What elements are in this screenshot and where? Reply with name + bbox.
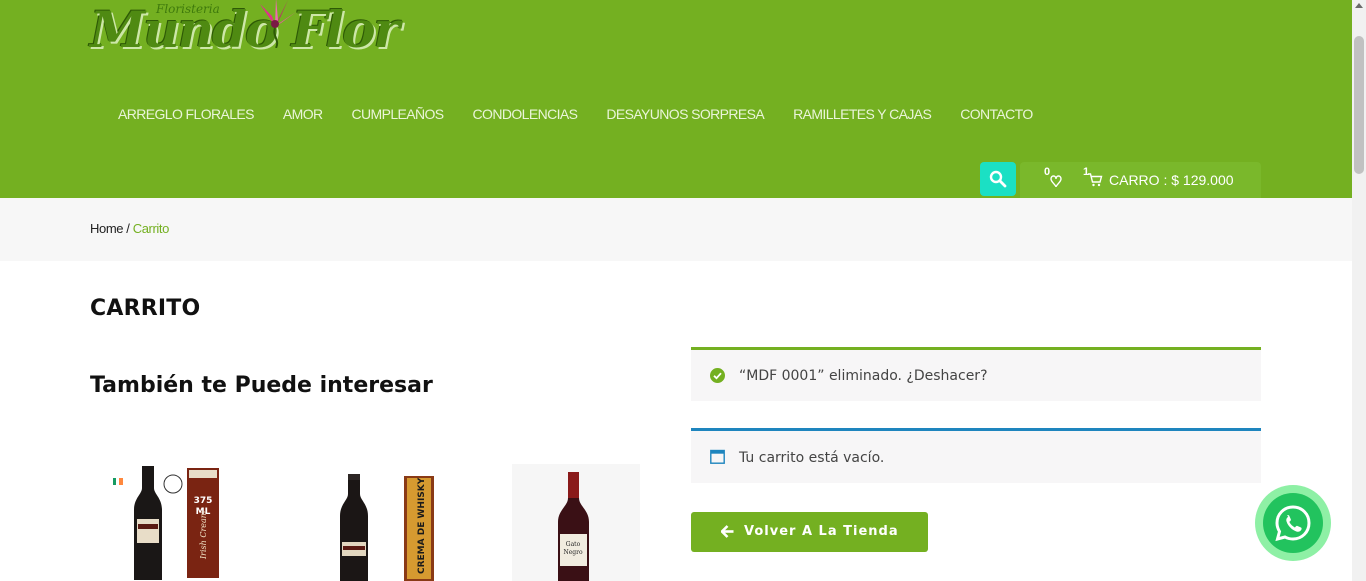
flower-icon — [254, 0, 296, 48]
search-icon — [989, 170, 1007, 188]
header-cart-bar: 0 1 CARRO : $ 129.000 — [1020, 162, 1261, 198]
logo-small-text: Floristeria — [156, 2, 220, 16]
site-header: Mundo Flor Floristeria ARREGLO FLORALES … — [0, 0, 1352, 198]
nav-item-arreglo-florales[interactable]: ARREGLO FLORALES — [118, 106, 254, 122]
svg-text:CREMA DE WHISKY: CREMA DE WHISKY — [417, 477, 427, 574]
product-card-gato-negro[interactable]: Gato Negro — [512, 464, 640, 581]
nav-item-ramilletes-y-cajas[interactable]: RAMILLETES Y CAJAS — [793, 106, 932, 122]
whatsapp-button[interactable] — [1255, 485, 1331, 561]
page: Mundo Flor Floristeria ARREGLO FLORALES … — [0, 0, 1366, 581]
scroll-up-arrow-icon[interactable] — [1355, 3, 1363, 8]
product-image-baileys-375: 375 ML Irish Cream — [113, 466, 219, 580]
calendar-icon — [710, 449, 725, 464]
svg-text:Irish Cream: Irish Cream — [199, 510, 208, 560]
cart-icon[interactable] — [1087, 172, 1103, 187]
cross-sell-title: También te Puede interesar — [90, 373, 433, 398]
return-to-shop-button[interactable]: Volver A La Tienda — [691, 512, 928, 552]
breadcrumb-separator: / — [126, 221, 130, 236]
nav-item-amor[interactable]: AMOR — [283, 106, 323, 122]
search-button[interactable] — [980, 162, 1016, 196]
nav-item-cumpleanos[interactable]: CUMPLEAÑOS — [352, 106, 445, 122]
cart-empty-notice: Tu carrito está vacío. — [691, 428, 1261, 483]
product-image-baileys-crema: CREMA DE WHISKY — [340, 474, 434, 581]
breadcrumb: Home / Carrito — [90, 221, 169, 236]
arrow-left-icon — [721, 525, 734, 538]
svg-text:Negro: Negro — [563, 549, 583, 556]
breadcrumb-current: Carrito — [132, 221, 170, 236]
product-card-baileys-crema[interactable]: CREMA DE WHISKY — [310, 464, 442, 581]
return-to-shop-label: Volver A La Tienda — [744, 524, 899, 539]
whatsapp-icon — [1275, 505, 1311, 542]
cart-total-label[interactable]: CARRO : $ 129.000 — [1109, 172, 1234, 188]
product-image-gato-negro: Gato Negro — [558, 472, 589, 581]
nav-item-condolencias[interactable]: CONDOLENCIAS — [473, 106, 578, 122]
product-card-baileys-375[interactable]: 375 ML Irish Cream — [110, 464, 232, 581]
page-scrollbar[interactable] — [1352, 0, 1366, 581]
cart-removed-message[interactable]: “MDF 0001” eliminado. ¿Deshacer? — [739, 368, 988, 384]
check-circle-icon — [710, 368, 725, 383]
cart-removed-notice: “MDF 0001” eliminado. ¿Deshacer? — [691, 347, 1261, 401]
whatsapp-button-inner[interactable] — [1263, 493, 1323, 553]
site-logo[interactable]: Mundo Flor Floristeria — [90, 0, 402, 78]
page-title: CARRITO — [90, 296, 201, 321]
logo-script-text: Mundo Flor — [90, 0, 400, 59]
heart-icon[interactable] — [1042, 169, 1066, 191]
breadcrumb-home[interactable]: Home — [90, 221, 123, 236]
svg-text:Gato: Gato — [566, 541, 581, 548]
svg-text:375: 375 — [194, 496, 213, 506]
cart-empty-message: Tu carrito está vacío. — [739, 450, 885, 466]
breadcrumb-band: Home / Carrito — [0, 198, 1352, 261]
scrollbar-thumb[interactable] — [1354, 36, 1364, 174]
main-nav: ARREGLO FLORALES AMOR CUMPLEAÑOS CONDOLE… — [118, 106, 1033, 122]
nav-item-contacto[interactable]: CONTACTO — [960, 106, 1033, 122]
nav-item-desayunos-sorpresa[interactable]: DESAYUNOS SORPRESA — [606, 106, 764, 122]
